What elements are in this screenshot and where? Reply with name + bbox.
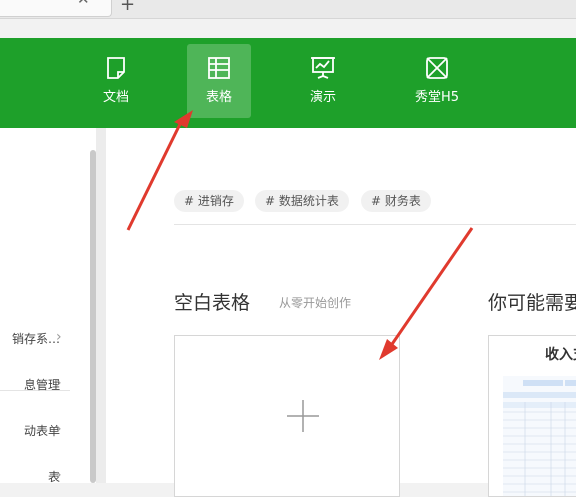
chevron-right-icon[interactable]: ›	[56, 467, 62, 483]
browser-tab[interactable]: ✕	[0, 0, 112, 17]
nav-item-presentation[interactable]: 演示	[291, 44, 355, 118]
sidebar-gutter	[96, 128, 106, 483]
tag-finance[interactable]: # 财务表	[361, 190, 431, 212]
nav-label-spreadsheet: 表格	[205, 90, 232, 105]
nav-label-presentation: 演示	[309, 90, 336, 105]
tag-statistics[interactable]: # 数据统计表	[255, 190, 349, 212]
nav-item-document[interactable]: 文档	[84, 44, 148, 118]
template-thumbnail	[503, 376, 576, 496]
tag-inventory[interactable]: # 进销存	[174, 190, 244, 212]
nav-label-h5: 秀堂H5	[414, 90, 460, 105]
h5-icon	[426, 57, 448, 79]
sidebar-item-label: 动表单	[23, 424, 60, 438]
blank-section-subtitle: 从零开始创作	[279, 296, 352, 310]
chevron-right-icon[interactable]: ›	[56, 421, 62, 437]
chevron-right-icon[interactable]: ›	[56, 375, 62, 391]
close-icon[interactable]: ✕	[77, 0, 90, 8]
nav-item-h5[interactable]: 秀堂H5	[405, 44, 469, 118]
plus-icon	[287, 400, 319, 432]
new-blank-spreadsheet-card[interactable]	[174, 335, 400, 497]
presentation-icon	[311, 57, 335, 79]
template-card[interactable]: 收入支	[488, 335, 576, 497]
browser-tab-strip: ✕ +	[0, 0, 576, 19]
nav-item-spreadsheet[interactable]: 表格	[187, 44, 251, 118]
section-divider	[174, 224, 576, 225]
plus-icon[interactable]: +	[120, 0, 135, 14]
spreadsheet-icon	[208, 57, 230, 79]
nav-label-document: 文档	[102, 90, 129, 105]
blank-section-title: 空白表格	[174, 292, 251, 314]
suggest-section-title: 你可能需要	[488, 292, 576, 314]
chevron-right-icon[interactable]: ›	[56, 329, 62, 345]
sidebar-item-label: 销存系…	[11, 332, 60, 346]
sidebar: 销存系… 息管理 动表单 表 › › › ›	[0, 128, 96, 484]
template-card-title: 收入支	[545, 347, 576, 363]
document-icon	[107, 57, 125, 79]
sidebar-item-label: 息管理	[23, 378, 60, 392]
product-nav-header: 文档 表格 演示 秀堂H5	[0, 38, 576, 128]
